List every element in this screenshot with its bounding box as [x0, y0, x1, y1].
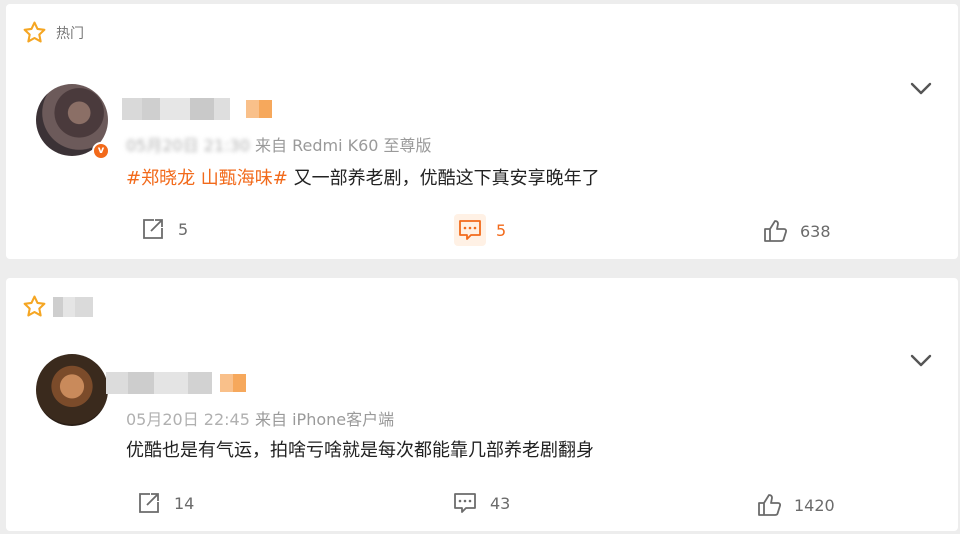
- like-button[interactable]: 1420: [756, 492, 835, 518]
- vip-badge: [246, 100, 272, 118]
- avatar[interactable]: [36, 354, 108, 426]
- vip-badge: [220, 374, 246, 392]
- comment-icon: [454, 493, 476, 513]
- repost-icon: [139, 493, 159, 513]
- section-label-blurred: [53, 296, 93, 317]
- username-blurred[interactable]: [122, 98, 230, 120]
- like-icon: [758, 494, 782, 516]
- comment-text: 优酷也是有气运，拍啥亏啥就是每次都能靠几部养老剧翻身: [126, 440, 594, 461]
- like-button[interactable]: 638: [762, 218, 831, 244]
- repost-count: 14: [174, 493, 195, 513]
- comment-meta: 05月20日 22:45 来自 iPhone客户端: [126, 406, 394, 430]
- section-header: [22, 294, 93, 319]
- comment-source: 来自 iPhone客户端: [255, 410, 395, 429]
- comment-count: 43: [490, 493, 511, 513]
- section-header: 热门: [22, 20, 84, 45]
- repost-button[interactable]: 5: [140, 216, 188, 242]
- repost-icon: [143, 219, 163, 239]
- comment-meta: 05月20日 21:30 来自 Redmi K60 至尊版: [126, 132, 432, 156]
- like-icon: [764, 220, 788, 242]
- comment-button[interactable]: 5: [454, 214, 506, 246]
- chevron-down-icon[interactable]: [910, 82, 932, 96]
- repost-button[interactable]: 14: [136, 490, 194, 516]
- star-icon: [23, 21, 46, 43]
- comment-icon: [459, 220, 481, 240]
- topic-link[interactable]: #郑晓龙 山甄海味#: [126, 168, 288, 189]
- comment-source: 来自 Redmi K60 至尊版: [255, 136, 432, 155]
- comment-time: 05月20日 22:45: [126, 410, 250, 429]
- username-blurred[interactable]: [106, 372, 212, 394]
- section-label-hot: 热门: [56, 25, 84, 42]
- chevron-down-icon[interactable]: [910, 354, 932, 368]
- comment-count: 5: [496, 220, 507, 240]
- comment-card: 05月20日 22:45 来自 iPhone客户端 优酷也是有气运，拍啥亏啥就是…: [6, 278, 958, 531]
- star-icon: [23, 295, 46, 317]
- like-count: 638: [800, 221, 831, 241]
- verified-badge-icon: v: [92, 142, 110, 160]
- comment-card: 热门 v 05月20日 21:30 来自 Redmi K60 至尊版 #郑晓龙 …: [6, 4, 958, 259]
- like-count: 1420: [794, 495, 835, 515]
- comment-button[interactable]: 43: [452, 490, 510, 516]
- comment-time: 05月20日 21:30: [126, 136, 250, 155]
- repost-count: 5: [178, 219, 189, 239]
- comment-text: #郑晓龙 山甄海味# 又一部养老剧，优酷这下真安享晚年了: [126, 168, 600, 189]
